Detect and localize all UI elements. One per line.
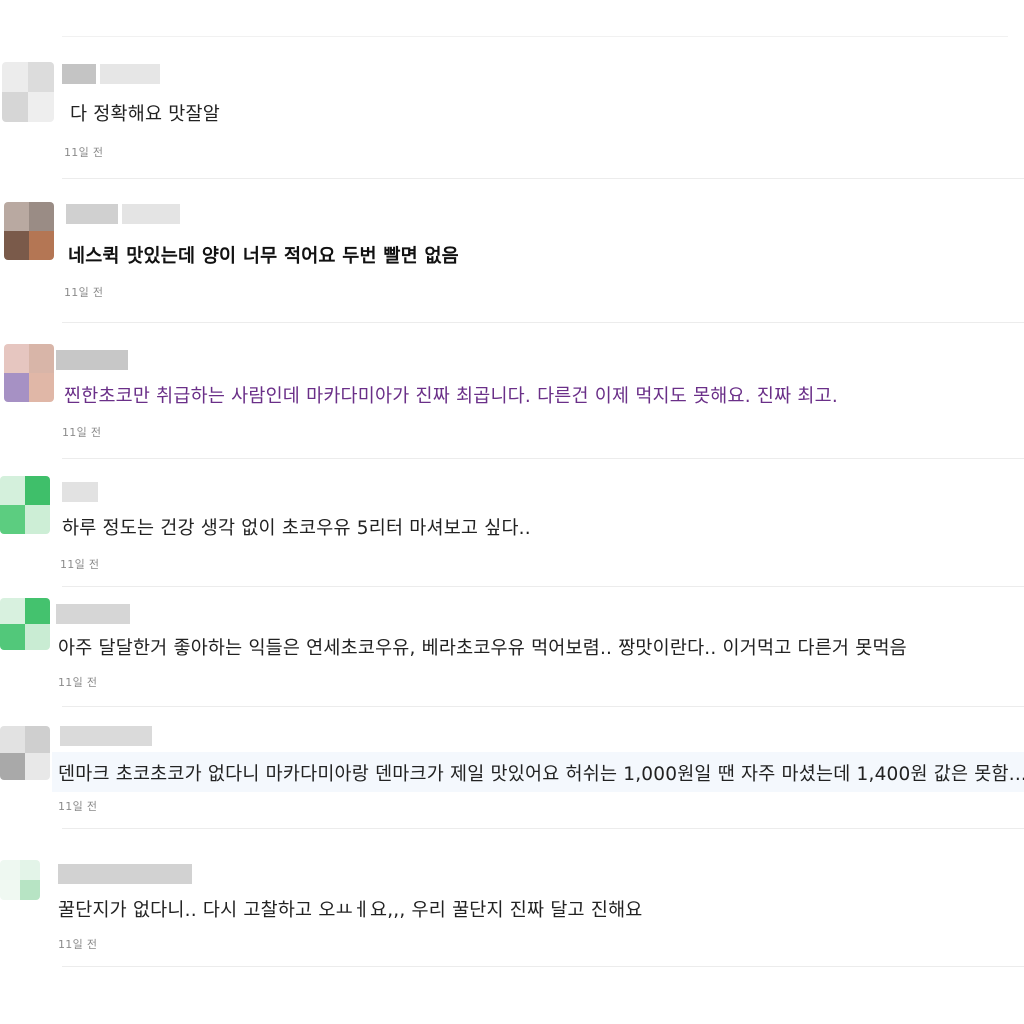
comment-timestamp: 11일 전 — [64, 146, 104, 159]
comment-timestamp: 11일 전 — [64, 286, 104, 299]
comment-timestamp: 11일 전 — [58, 938, 98, 951]
comment-divider — [62, 966, 1024, 967]
username[interactable] — [62, 64, 160, 84]
comment-divider — [62, 828, 1024, 829]
avatar[interactable] — [0, 726, 50, 780]
comment-text: 아주 달달한거 좋아하는 익들은 연세초코우유, 베라초코우유 먹어보렴.. 짱… — [58, 638, 907, 659]
username[interactable] — [62, 482, 98, 502]
comment-text: 꿀단지가 없다니.. 다시 고찰하고 오ㅛㅔ요,,, 우리 꿀단지 진짜 달고 … — [58, 900, 643, 921]
comment-text: 네스퀵 맛있는데 양이 너무 적어요 두번 빨면 없음 — [68, 246, 459, 267]
avatar[interactable] — [4, 344, 54, 402]
comment-text: 하루 정도는 건강 생각 없이 초코우유 5리터 마셔보고 싶다.. — [62, 518, 531, 539]
comment-timestamp: 11일 전 — [58, 800, 98, 813]
username[interactable] — [56, 350, 128, 370]
avatar[interactable] — [0, 860, 40, 900]
top-divider — [62, 36, 1008, 37]
username[interactable] — [60, 726, 152, 746]
avatar[interactable] — [4, 202, 54, 260]
avatar[interactable] — [0, 476, 50, 534]
username[interactable] — [56, 604, 130, 624]
avatar[interactable] — [2, 62, 54, 122]
comment-timestamp: 11일 전 — [58, 676, 98, 689]
comment-text: 다 정확해요 맛잘알 — [70, 104, 220, 125]
comment-divider — [62, 586, 1024, 587]
comment-divider — [62, 706, 1024, 707]
comment-divider — [62, 322, 1024, 323]
comment-text: 찐한초코만 취급하는 사람인데 마카다미아가 진짜 최곱니다. 다른건 이제 먹… — [64, 386, 838, 407]
avatar[interactable] — [0, 598, 50, 650]
comment-timestamp: 11일 전 — [62, 426, 102, 439]
username[interactable] — [66, 204, 180, 224]
comment-divider — [62, 178, 1024, 179]
comment-text: 덴마크 초코초코가 없다니 마카다미아랑 덴마크가 제일 맛있어요 허쉬는 1,… — [58, 764, 1024, 785]
comment-divider — [62, 458, 1024, 459]
comment-timestamp: 11일 전 — [60, 558, 100, 571]
username[interactable] — [58, 864, 192, 884]
